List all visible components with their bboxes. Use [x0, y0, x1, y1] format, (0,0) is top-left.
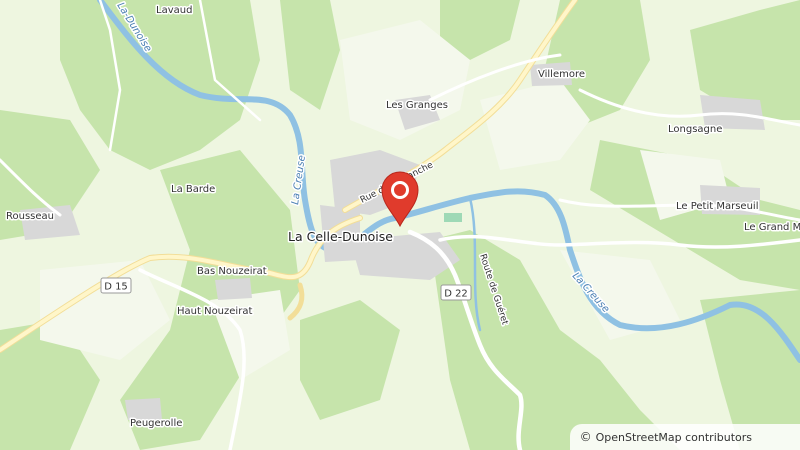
place-peugerolle: Peugerolle	[130, 418, 182, 429]
place-le-petit-marseuil: Le Petit Marseuil	[676, 201, 758, 212]
place-les-granges: Les Granges	[386, 100, 448, 111]
svg-text:D 22: D 22	[444, 289, 468, 300]
place-lavaud: Lavaud	[156, 5, 192, 16]
place-longsagne: Longsagne	[668, 124, 722, 135]
place-bas-nouzeirat: Bas Nouzeirat	[197, 266, 267, 277]
copyright-icon: ©	[579, 430, 592, 444]
place-la-barde: La Barde	[171, 184, 215, 195]
map-canvas[interactable]: Lavaud Villemore Les Granges Longsagne L…	[0, 0, 800, 450]
svg-text:D 15: D 15	[104, 282, 128, 293]
road-shield-d15: D 15	[100, 277, 132, 294]
place-villemore: Villemore	[538, 69, 585, 80]
road-shield-d22: D 22	[440, 284, 472, 301]
map-attribution: © OpenStreetMap contributors	[569, 424, 800, 450]
place-rousseau: Rousseau	[6, 211, 54, 222]
attribution-link[interactable]: OpenStreetMap contributors	[596, 431, 752, 444]
town-label: La Celle-Dunoise	[288, 229, 393, 244]
place-haut-nouzeirat: Haut Nouzeirat	[177, 306, 252, 317]
sports-field	[444, 213, 462, 222]
place-le-grand-m: Le Grand M	[744, 222, 800, 233]
